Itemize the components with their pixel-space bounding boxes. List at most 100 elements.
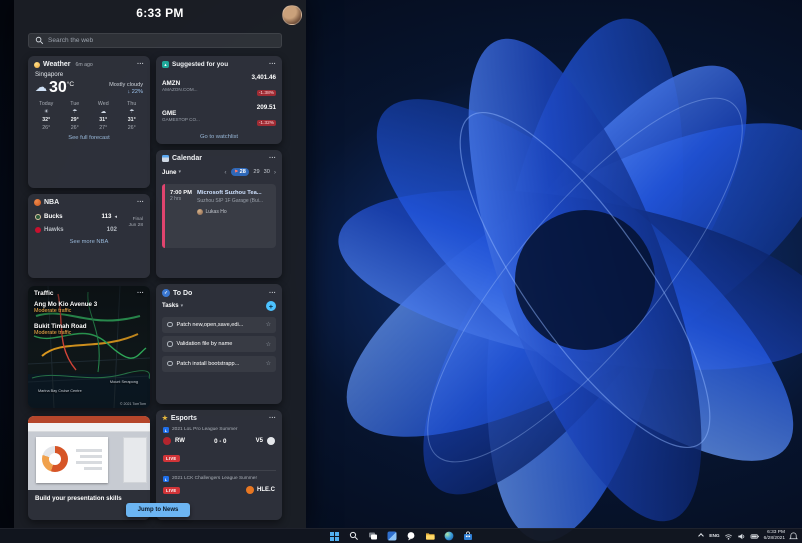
weather-widget-icon (34, 61, 40, 68)
weather-forecast: Today ☀ 32° 26° Tue ☂ 29° 26° Wed ☁ 31° … (28, 96, 150, 132)
stock-change-badge: -1.32% (256, 120, 276, 126)
traffic-more-button[interactable]: ··· (137, 290, 144, 297)
stock-row[interactable]: AMZN AMAZON.COM... 3,401.46 -1.38% (156, 71, 282, 101)
stock-row[interactable]: GME GAMESTOP CO... 209.51 -1.32% (156, 101, 282, 131)
chat-button[interactable] (404, 530, 417, 543)
task-checkbox[interactable] (167, 321, 173, 328)
match-row[interactable]: LIVE HLE.C (156, 483, 282, 497)
traffic-widget[interactable]: Traffic ··· Ang Mo Kio Avenue 3 Moderate… (28, 286, 150, 408)
tray-clock[interactable]: 6:33 PM 6/28/2021 (764, 530, 785, 541)
flag-icon: ⚑ (234, 169, 239, 174)
stock-quote: 3,401.46 -1.38% (251, 74, 276, 99)
star-icon[interactable]: ☆ (266, 341, 271, 348)
attendee-name: Lukas Ho (205, 208, 227, 215)
tips-thumbnail[interactable] (28, 416, 150, 490)
stock-symbol: AMZN (162, 79, 181, 87)
web-search-bar[interactable] (28, 33, 282, 48)
task-checkbox[interactable] (167, 341, 173, 347)
rain-icon: ☂ (129, 109, 135, 115)
calendar-widget[interactable]: Calendar ··· June ▾ ‹ ⚑ 28 29 30 › 7:00 … (156, 150, 282, 278)
calendar-month[interactable]: June (162, 169, 176, 176)
edge-button[interactable] (442, 530, 455, 543)
weather-widget[interactable]: Weather 6m ago ··· Singapore ☁ 30 °C Mos… (28, 56, 150, 188)
todo-task-row[interactable]: Validation file by name ☆ (162, 336, 276, 352)
tray-language[interactable]: ENG (709, 534, 719, 539)
thumbnail-sidebar (123, 437, 147, 483)
league-name: 2021 LoL Pro League Summer (172, 427, 238, 433)
battery-icon[interactable] (750, 532, 760, 541)
traffic-title: Traffic (34, 290, 54, 297)
weather-updated: 6m ago (75, 61, 93, 68)
event-duration: 2 hrs (170, 196, 182, 202)
team-logo (267, 437, 275, 445)
task-checkbox[interactable] (167, 360, 173, 367)
weather-see-full-forecast-link[interactable]: See full forecast (28, 132, 150, 145)
league-name: 2021 LCK Challengers League Summer (172, 476, 258, 482)
taskbar-search-button[interactable] (347, 530, 360, 543)
calendar-date-strip: ‹ ⚑ 28 29 30 › (224, 168, 276, 176)
weather-more-button[interactable]: ··· (137, 61, 144, 68)
tray-overflow-chevron-icon[interactable] (698, 533, 705, 539)
calendar-next-button[interactable]: › (274, 169, 276, 176)
team-score: 113 (101, 213, 112, 220)
see-more-nba-link[interactable]: See more NBA (28, 236, 150, 249)
file-explorer-button[interactable] (423, 530, 436, 543)
task-view-icon (368, 532, 377, 540)
calendar-date[interactable]: 30 (264, 169, 270, 175)
nba-title: NBA (44, 199, 60, 206)
game-meta: Final Jun 28 (117, 217, 143, 229)
taskbar: ENG 6:33 PM 6/28/2021 (0, 528, 802, 543)
go-to-watchlist-link[interactable]: Go to watchlist (156, 131, 282, 144)
jump-to-news-button[interactable]: Jump to News (126, 503, 190, 517)
attendee-avatar (197, 208, 203, 215)
weather-precip: 22% (131, 89, 143, 95)
bucks-logo (35, 213, 41, 220)
widgets-button[interactable] (385, 530, 398, 543)
map-place-label: Marina Bay Cruise Centre (38, 389, 82, 393)
forecast-day: Today ☀ 32° 26° (32, 100, 61, 132)
store-button[interactable] (461, 530, 474, 543)
forecast-day: Wed ☁ 31° 27° (89, 100, 118, 132)
wifi-icon[interactable] (724, 532, 733, 541)
calendar-more-button[interactable]: ··· (269, 155, 276, 162)
nba-more-button[interactable]: ··· (137, 199, 144, 206)
todo-more-button[interactable]: ··· (269, 290, 276, 297)
nba-widget[interactable]: NBA ··· Bucks 113 ◂ Hawks 102 Final Jun (28, 194, 150, 278)
user-avatar[interactable] (282, 5, 302, 25)
league-row: L 2021 LoL Pro League Summer (156, 425, 282, 434)
todo-task-row[interactable]: Patch new,open,save,edi... ☆ (162, 316, 276, 333)
calendar-event[interactable]: 7:00 PM 2 hrs Microsoft Suzhou Tea... Su… (162, 184, 276, 248)
calendar-title: Calendar (172, 155, 202, 162)
add-task-button[interactable]: + (266, 301, 276, 311)
volume-icon[interactable] (737, 532, 746, 541)
task-view-button[interactable] (366, 530, 379, 543)
thumbnail-slide (36, 437, 108, 483)
calendar-selected-date[interactable]: ⚑ 28 (230, 168, 250, 176)
calendar-date[interactable]: 29 (253, 169, 259, 175)
nba-team-row: Hawks 102 (35, 223, 117, 236)
live-badge: LIVE (163, 455, 180, 462)
todo-list-selector[interactable]: Tasks (162, 303, 179, 309)
tips-caption: Build your presentation skills (35, 495, 122, 502)
thumbnail-titlebar (28, 416, 150, 423)
start-button[interactable] (328, 530, 341, 543)
stock-change-badge: -1.38% (256, 90, 276, 96)
stocks-more-button[interactable]: ··· (269, 61, 276, 68)
event-location: Suzhou SIP 1F Garage (Bui... (197, 198, 264, 204)
star-icon[interactable]: ☆ (266, 321, 271, 328)
stocks-widget[interactable]: ▲ Suggested for you ··· AMZN AMAZON.COM.… (156, 56, 282, 144)
todo-task-row[interactable]: Patch install bootstrapp... ☆ (162, 355, 276, 372)
map-place-label: Mount Serapong (109, 380, 138, 384)
todo-widget[interactable]: ✓ To Do ··· Tasks ▾ + Patch new,open,sav… (156, 284, 282, 404)
esports-more-button[interactable]: ··· (269, 415, 276, 422)
weather-condition-block: Mostly cloudy ↓ 22% (109, 80, 143, 96)
live-badge: LIVE (163, 486, 180, 494)
search-input[interactable] (48, 37, 275, 44)
calendar-prev-button[interactable]: ‹ (224, 169, 226, 176)
star-icon[interactable]: ☆ (266, 360, 271, 367)
hawks-logo (35, 226, 41, 233)
match-row[interactable]: RW 0 - 0 V5 (156, 434, 282, 446)
notification-bell-icon[interactable] (789, 532, 798, 541)
team-name: Hawks (44, 226, 64, 233)
traffic-status: Moderate traffic (34, 308, 72, 314)
